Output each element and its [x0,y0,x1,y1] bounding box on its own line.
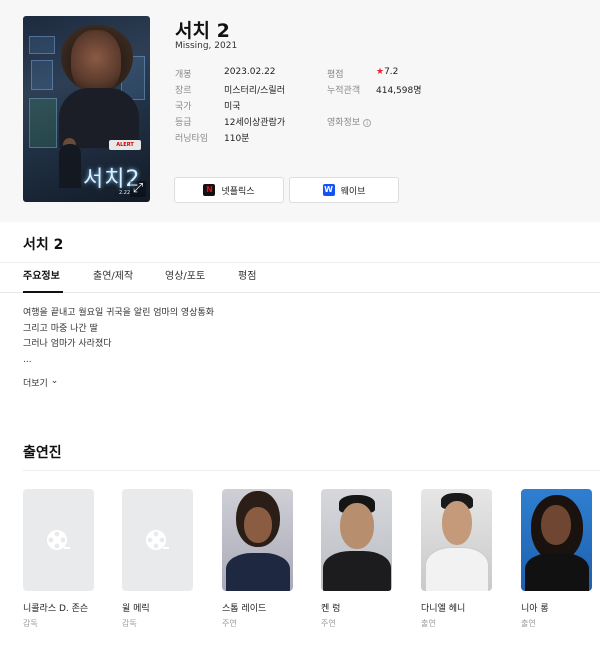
cast-photo [321,489,392,591]
portrait-shape [226,553,290,591]
cast-photo [521,489,592,591]
ott-wavve-label: 웨이브 [340,186,366,197]
rating-label: 등급 [175,118,192,128]
portrait-shape [541,505,571,545]
score-label: 평점 [327,70,344,80]
cast-card[interactable]: 다니엘 헤니 출연 [421,489,492,629]
release-value: 2023.02.22 [224,67,276,77]
tab-video-photo[interactable]: 영상/포토 [165,263,205,293]
runtime-value: 110분 [224,134,250,144]
cast-photo [222,489,293,591]
expand-icon[interactable]: ⤢ [130,181,146,197]
movie-title: 서치 2 [175,20,230,42]
promo-label[interactable]: 영화정보 i [327,115,372,128]
cast-card[interactable]: 니콜라스 D. 존슨 감독 [23,489,94,629]
rating-value: 12세이상관람가 [224,118,286,128]
genre-value: 미스터리/스릴러 [224,86,285,96]
poster-date: 2.22 [119,190,131,196]
portrait-shape [525,553,589,591]
synopsis-line: ... [23,354,32,365]
tab-reviews[interactable]: 평점 [238,263,256,293]
ott-netflix-label: 넷플릭스 [221,186,255,197]
cast-role: 주연 [222,619,237,628]
section-title: 서치 2 [23,237,64,253]
netflix-logo-icon: N [203,184,216,196]
cast-photo-placeholder [23,489,94,591]
tab-main-info[interactable]: 주요정보 [23,263,63,293]
cast-photo-placeholder [122,489,193,591]
film-reel-icon [47,530,70,550]
cast-name: 니아 롱 [521,604,549,614]
synopsis: 여행을 끝내고 월요일 귀국을 알린 엄마의 영상통화 그리고 마중 나간 딸 … [23,306,214,368]
cast-card[interactable]: 켄 렁 주연 [321,489,392,629]
cast-name: 스톰 레이드 [222,604,267,614]
film-reel-icon [146,530,169,550]
release-label: 개봉 [175,70,192,80]
country-value: 미국 [224,102,241,112]
star-icon: ★ [376,67,385,77]
runtime-label: 러닝타임 [175,134,209,144]
more-button[interactable]: 더보기 ⌄ [23,376,58,389]
divider [23,470,600,471]
genre-label: 장르 [175,86,192,96]
synopsis-line: 여행을 끝내고 월요일 귀국을 알린 엄마의 영상통화 [23,308,215,318]
tab-bar: 주요정보 출연/제작 영상/포토 평점 [0,262,600,293]
cast-name: 니콜라스 D. 존슨 [23,604,89,614]
wavve-logo-icon: W [322,184,335,196]
portrait-shape [425,547,489,591]
movie-original-title: Missing, 2021 [175,41,238,51]
cast-name: 켄 렁 [321,604,341,614]
more-label: 더보기 [23,379,48,389]
synopsis-line: 그리고 마중 나간 딸 [23,323,98,334]
ott-wavve-button[interactable]: W 웨이브 [289,177,399,203]
portrait-shape [442,501,472,545]
cast-role: 감독 [23,619,38,628]
ott-netflix-button[interactable]: N 넷플릭스 [174,177,284,203]
info-icon[interactable]: i [363,118,372,127]
score-value: ★7.2 [376,67,398,77]
portrait-shape [340,503,374,549]
cast-name: 윌 메릭 [122,604,150,614]
score-number: 7.2 [384,67,399,77]
poster-figure [71,30,121,92]
audience-label: 누적관객 [327,86,361,96]
cast-card[interactable]: 니아 롱 출연 [521,489,592,629]
cast-title: 출연진 [23,445,62,461]
promo-label-text: 영화정보 [327,118,361,128]
poster-screen-decor [31,60,53,90]
cast-name: 다니엘 헤니 [421,604,466,614]
cast-photo [421,489,492,591]
cast-card[interactable]: 스톰 레이드 주연 [222,489,293,629]
synopsis-line: 그러나 엄마가 사라졌다 [23,339,112,349]
poster-alert: ALERT [109,140,141,150]
cast-card[interactable]: 윌 메릭 감독 [122,489,193,629]
chevron-down-icon: ⌄ [50,376,59,386]
cast-role: 주연 [321,619,336,628]
country-label: 국가 [175,102,192,112]
portrait-shape [323,551,391,591]
movie-poster[interactable]: ALERT 서치2 2.22 ⤢ [23,16,150,202]
audience-value: 414,598명 [376,86,422,96]
poster-figure [59,144,81,188]
cast-role: 출연 [421,619,436,628]
cast-role: 감독 [122,619,137,628]
poster-screen-decor [29,98,57,148]
tab-cast-crew[interactable]: 출연/제작 [93,263,133,293]
portrait-shape [244,507,272,543]
poster-screen-decor [29,36,55,54]
cast-role: 출연 [521,619,536,628]
